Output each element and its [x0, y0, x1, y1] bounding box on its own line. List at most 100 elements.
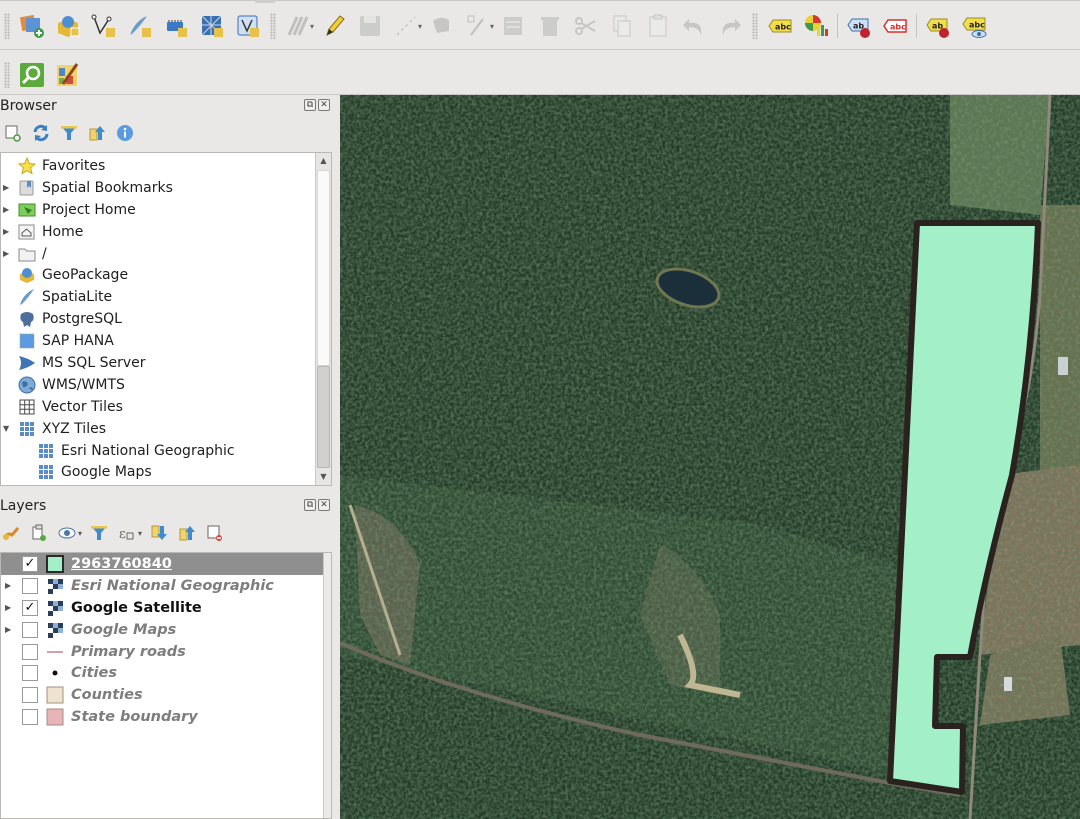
expand-arrow-icon[interactable]: ▶	[5, 625, 11, 634]
remove-layer-button[interactable]	[204, 522, 226, 544]
toolbar-grip[interactable]	[4, 13, 10, 39]
layer-visibility-checkbox[interactable]	[22, 621, 38, 638]
layer-row[interactable]: Counties	[1, 684, 331, 706]
properties-button[interactable]	[114, 122, 136, 144]
close-panel-button[interactable]: ✕	[318, 499, 330, 511]
new-spatialite-layer-button[interactable]	[122, 10, 158, 42]
style-manager-button[interactable]	[0, 522, 22, 544]
vertex-tool-button[interactable]	[460, 10, 496, 42]
browser-item[interactable]: ▼ XYZ Tiles	[1, 418, 331, 440]
toolbar-grip[interactable]	[4, 62, 10, 88]
expand-arrow-icon[interactable]: ▶	[3, 249, 9, 258]
paste-features-button[interactable]	[640, 10, 676, 42]
highlight-pinned-labels-button[interactable]: abc	[877, 10, 913, 42]
expand-arrow-icon[interactable]: ▶	[3, 205, 9, 214]
pin-labels-button[interactable]: ab	[841, 10, 877, 42]
layer-visibility-checkbox[interactable]	[22, 687, 38, 704]
browser-item[interactable]: Google Maps	[1, 461, 331, 483]
filter-legend-button[interactable]	[88, 522, 110, 544]
layer-row[interactable]: ▶ Google Maps	[1, 619, 331, 641]
georeferencer-button[interactable]	[50, 59, 86, 91]
layer-visibility-checkbox[interactable]	[22, 709, 38, 726]
new-geopackage-layer-button[interactable]	[50, 10, 86, 42]
digitize-button[interactable]	[388, 10, 424, 42]
current-edits-button[interactable]	[280, 10, 316, 42]
layer-row[interactable]: ▶ Esri National Geographic	[1, 575, 331, 597]
add-selected-layers-button[interactable]	[2, 122, 24, 144]
save-edits-button[interactable]	[352, 10, 388, 42]
map-canvas[interactable]	[340, 95, 1080, 819]
delete-selected-button[interactable]	[532, 10, 568, 42]
browser-scrollbar[interactable]: ▲ ▼	[315, 153, 331, 485]
browser-item[interactable]: SAP HANA	[1, 330, 331, 352]
scrollbar-thumb[interactable]	[317, 366, 330, 468]
browser-item[interactable]: ▶ Spatial Bookmarks	[1, 177, 331, 199]
identify-zoom-button[interactable]	[14, 59, 50, 91]
collapse-all-button[interactable]	[86, 122, 108, 144]
labeling-button[interactable]: abc	[762, 10, 798, 42]
collapse-arrow-icon[interactable]: ▼	[3, 424, 9, 433]
diagram-button[interactable]	[798, 10, 834, 42]
layers-panel: Layers ⧉ ✕ ▾ ε ▾ ✓ 2963760840 ▶ Esri Nation…	[0, 495, 340, 819]
redo-button[interactable]	[712, 10, 748, 42]
toggle-editing-icon	[326, 15, 345, 36]
layer-row[interactable]: ▶ ✓ Google Satellite	[1, 597, 331, 619]
toolbar-grip[interactable]	[752, 13, 759, 39]
browser-item[interactable]: ▶ Home	[1, 221, 331, 243]
browser-item[interactable]: Google Satellite	[1, 483, 331, 485]
browser-item[interactable]: Vector Tiles	[1, 396, 331, 418]
modify-attributes-button[interactable]	[496, 10, 532, 42]
show-hide-labels-button[interactable]: abc	[956, 10, 992, 42]
new-temporary-layer-button[interactable]	[158, 10, 194, 42]
expand-arrow-icon[interactable]: ▶	[5, 603, 11, 612]
toolbar-grip[interactable]	[270, 13, 276, 39]
expand-arrow-icon[interactable]: ▶	[3, 183, 9, 192]
filter-browser-button[interactable]	[58, 122, 80, 144]
toggle-editing-button[interactable]	[316, 10, 352, 42]
add-group-button[interactable]	[28, 522, 50, 544]
browser-item[interactable]: WMS/WMTS	[1, 374, 331, 396]
layer-row[interactable]: State boundary	[1, 706, 331, 728]
undo-button[interactable]	[676, 10, 712, 42]
float-panel-button[interactable]: ⧉	[304, 99, 316, 111]
expand-arrow-icon[interactable]: ▶	[3, 227, 9, 236]
new-virtual-layer-button[interactable]	[230, 10, 266, 42]
scrollbar-track-upper[interactable]	[317, 170, 330, 366]
layer-visibility-checkbox[interactable]	[22, 577, 38, 594]
browser-item-label: Vector Tiles	[42, 398, 123, 415]
layer-row[interactable]: Primary roads	[1, 641, 331, 663]
add-polygon-button[interactable]	[424, 10, 460, 42]
layer-visibility-checkbox[interactable]: ✓	[22, 555, 38, 572]
layer-row[interactable]: Cities	[1, 662, 331, 684]
scroll-up-button[interactable]: ▲	[316, 153, 331, 169]
cut-features-button[interactable]	[568, 10, 604, 42]
expand-arrow-icon[interactable]: ▶	[5, 581, 11, 590]
expand-all-button[interactable]	[148, 522, 170, 544]
browser-item[interactable]: PostgreSQL	[1, 308, 331, 330]
browser-item[interactable]: SpatiaLite	[1, 286, 331, 308]
data-source-manager-button[interactable]	[14, 10, 50, 42]
layer-visibility-checkbox[interactable]: ✓	[22, 599, 38, 616]
browser-item[interactable]: Esri National Geographic	[1, 440, 331, 462]
filter-expression-button[interactable]: ε	[116, 522, 138, 544]
scroll-down-button[interactable]: ▼	[316, 469, 331, 485]
browser-item[interactable]: MS SQL Server	[1, 352, 331, 374]
copy-features-button[interactable]	[604, 10, 640, 42]
collapse-all-button[interactable]	[176, 522, 198, 544]
pin-diagrams-button[interactable]: ab	[920, 10, 956, 42]
close-panel-button[interactable]: ✕	[318, 99, 330, 111]
refresh-button[interactable]	[30, 122, 52, 144]
browser-item[interactable]: Favorites	[1, 155, 331, 177]
new-mesh-layer-button[interactable]	[194, 10, 230, 42]
georeferencer-icon	[57, 63, 79, 86]
browser-item[interactable]: ▶ /	[1, 243, 331, 265]
layers-scrollbar[interactable]	[323, 553, 331, 818]
layer-row[interactable]: ✓ 2963760840	[1, 553, 331, 575]
manage-map-themes-button[interactable]	[56, 522, 78, 544]
layer-visibility-checkbox[interactable]	[22, 665, 38, 682]
float-panel-button[interactable]: ⧉	[304, 499, 316, 511]
browser-item[interactable]: GeoPackage	[1, 264, 331, 286]
layer-visibility-checkbox[interactable]	[22, 643, 38, 660]
new-shapefile-layer-button[interactable]	[86, 10, 122, 42]
browser-item[interactable]: ▶ Project Home	[1, 199, 331, 221]
